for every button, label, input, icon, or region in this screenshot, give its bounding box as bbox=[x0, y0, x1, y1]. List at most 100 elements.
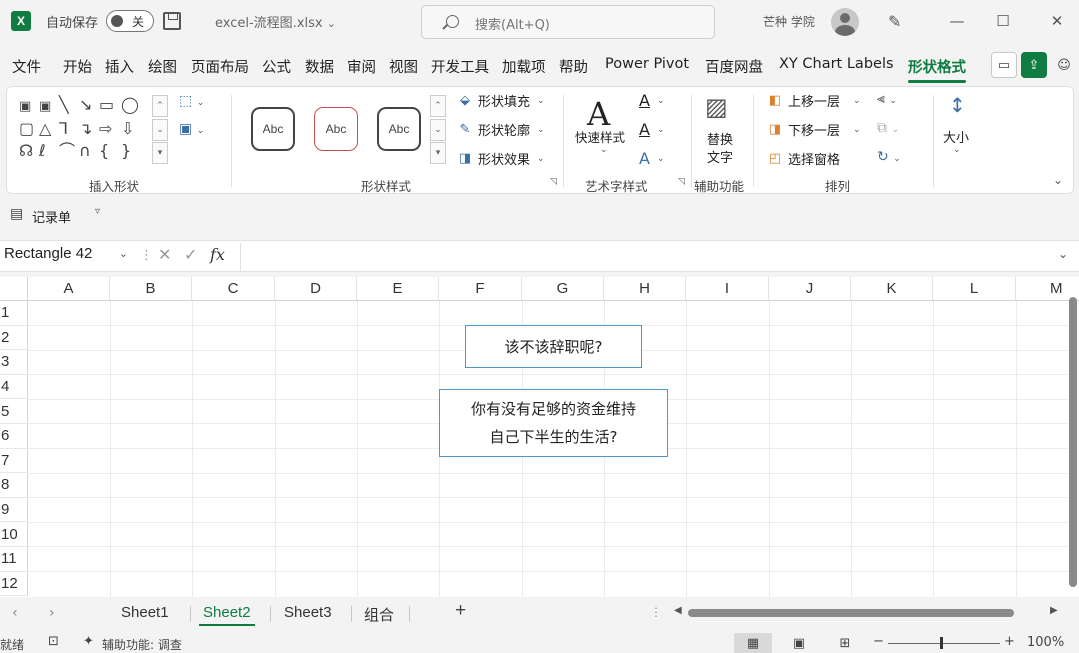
file-name[interactable]: excel-流程图.xlsx ⌄ bbox=[215, 12, 336, 31]
shapes-scroll-down-icon[interactable]: ⌄ bbox=[152, 119, 168, 141]
column-header[interactable]: J bbox=[769, 277, 851, 301]
line-icon[interactable]: ╲ bbox=[59, 97, 69, 113]
down-arrow-icon[interactable]: ⇩ bbox=[121, 121, 134, 137]
tab-splitter-icon[interactable]: ⋮ bbox=[650, 605, 662, 619]
sheet-tab-group[interactable]: 组合 bbox=[364, 604, 394, 625]
column-header[interactable]: I bbox=[686, 277, 769, 301]
shape-fill-button[interactable]: ⬙ 形状填充 ⌄ bbox=[457, 91, 545, 110]
selection-pane-button[interactable]: ◰ 选择窗格 bbox=[767, 149, 840, 168]
elbow-arrow-icon[interactable]: ↴ bbox=[79, 121, 92, 137]
name-box[interactable]: Rectangle 42 ⌄ bbox=[2, 245, 132, 269]
column-header[interactable]: D bbox=[275, 277, 357, 301]
row-header[interactable]: 8 bbox=[0, 473, 28, 498]
shape-styles-launcher-icon[interactable]: ◹ bbox=[550, 177, 557, 187]
customize-qat-icon[interactable]: ▿ bbox=[95, 206, 100, 217]
column-header[interactable]: L bbox=[933, 277, 1016, 301]
row-header[interactable]: 2 bbox=[0, 325, 28, 351]
sheet-tab-sheet3[interactable]: Sheet3 bbox=[284, 604, 332, 621]
curve-icon[interactable]: ∩ bbox=[79, 143, 91, 159]
add-sheet-button[interactable]: + bbox=[455, 600, 466, 622]
save-icon[interactable] bbox=[163, 12, 181, 30]
formula-input[interactable] bbox=[240, 243, 1076, 271]
tab-home[interactable]: 开始 bbox=[63, 56, 92, 77]
column-header[interactable]: A bbox=[28, 277, 110, 301]
shapes-more-icon[interactable]: ▾ bbox=[152, 142, 168, 164]
page-layout-view-icon[interactable]: ▣ bbox=[780, 633, 818, 653]
tab-file[interactable]: 文件 bbox=[12, 56, 41, 77]
flowchart-box-question[interactable]: 该不该辞职呢? bbox=[465, 325, 642, 368]
quick-styles-caret-icon[interactable]: ⌄ bbox=[600, 145, 608, 155]
align-icon[interactable]: ⫷ ⌄ bbox=[877, 91, 897, 107]
row-header[interactable]: 6 bbox=[0, 424, 28, 449]
zoom-in-button[interactable]: + bbox=[1004, 634, 1015, 649]
send-backward-button[interactable]: ◨ 下移一层 ⌄ bbox=[767, 120, 861, 139]
row-header[interactable]: 11 bbox=[0, 547, 28, 572]
vertical-textbox-icon[interactable]: ▣ bbox=[39, 99, 51, 115]
styles-more-icon[interactable]: ▾ bbox=[430, 142, 446, 164]
sheet-tab-sheet1[interactable]: Sheet1 bbox=[121, 604, 169, 621]
vertical-scrollbar[interactable] bbox=[1069, 297, 1077, 593]
minimize-button[interactable]: — bbox=[942, 8, 972, 34]
comments-icon[interactable]: ▭ bbox=[991, 52, 1017, 78]
zoom-out-button[interactable]: − bbox=[873, 634, 884, 649]
bring-forward-button[interactable]: ◧ 上移一层 ⌄ bbox=[767, 91, 861, 110]
tab-xy-chart-labels[interactable]: XY Chart Labels bbox=[779, 56, 894, 72]
tab-power-pivot[interactable]: Power Pivot bbox=[605, 56, 689, 72]
row-header[interactable]: 10 bbox=[0, 522, 28, 547]
avatar[interactable] bbox=[831, 8, 859, 36]
close-button[interactable]: ✕ bbox=[1042, 8, 1072, 34]
arrow-line-icon[interactable]: ↘ bbox=[79, 97, 92, 113]
column-header[interactable]: E bbox=[357, 277, 439, 301]
insert-function-button[interactable]: fx bbox=[210, 245, 225, 264]
alt-text-icon[interactable]: ▨ bbox=[705, 93, 728, 121]
rounded-rect-icon[interactable]: ▢ bbox=[19, 121, 34, 137]
flowchart-box-funds[interactable]: 你有没有足够的资金维持 自己下半生的生活? bbox=[439, 389, 668, 457]
share-icon[interactable]: ⇪ bbox=[1021, 52, 1047, 78]
styles-scroll-down-icon[interactable]: ⌄ bbox=[430, 119, 446, 141]
accessibility-status[interactable]: 辅助功能: 调查 bbox=[102, 636, 182, 653]
cancel-icon[interactable]: ✕ bbox=[158, 245, 171, 264]
left-brace-icon[interactable]: { bbox=[99, 143, 109, 159]
vertical-scroll-thumb[interactable] bbox=[1069, 297, 1077, 587]
triangle-icon[interactable]: △ bbox=[39, 121, 51, 137]
maximize-button[interactable]: ☐ bbox=[988, 8, 1018, 34]
horizontal-scroll-thumb[interactable] bbox=[688, 609, 1014, 617]
row-header[interactable]: 5 bbox=[0, 399, 28, 424]
tab-developer[interactable]: 开发工具 bbox=[431, 56, 489, 77]
row-header[interactable]: 3 bbox=[0, 350, 28, 375]
text-fill-button[interactable]: A ⌄ bbox=[639, 91, 665, 110]
wordart-launcher-icon[interactable]: ◹ bbox=[678, 177, 685, 187]
tab-review[interactable]: 审阅 bbox=[347, 56, 376, 77]
styles-scroll-up-icon[interactable]: ⌃ bbox=[430, 95, 446, 117]
freeform-icon[interactable]: ☊ bbox=[19, 143, 33, 159]
size-caret-icon[interactable]: ⌄ bbox=[953, 145, 961, 155]
right-brace-icon[interactable]: } bbox=[121, 143, 131, 159]
normal-view-icon[interactable]: ▦ bbox=[734, 633, 772, 653]
column-header[interactable]: G bbox=[522, 277, 604, 301]
row-header[interactable]: 4 bbox=[0, 374, 28, 400]
accessibility-icon[interactable]: ✦ bbox=[83, 634, 94, 649]
row-header[interactable]: 7 bbox=[0, 448, 28, 474]
form-button[interactable]: 记录单 bbox=[32, 207, 71, 226]
tab-addins[interactable]: 加载项 bbox=[502, 56, 546, 77]
next-sheet-icon[interactable]: › bbox=[49, 605, 55, 621]
row-header[interactable]: 1 bbox=[0, 301, 28, 326]
alt-text-label-1[interactable]: 替换 bbox=[707, 129, 733, 148]
right-arrow-icon[interactable]: ⇨ bbox=[99, 121, 112, 137]
scribble-icon[interactable]: ℓ bbox=[39, 143, 46, 159]
form-icon[interactable]: ▤ bbox=[10, 206, 23, 222]
name-box-caret-icon[interactable]: ⌄ bbox=[119, 247, 128, 260]
oval-icon[interactable]: ◯ bbox=[121, 97, 139, 113]
rotate-icon[interactable]: ↻ ⌄ bbox=[877, 149, 901, 165]
autosave-toggle[interactable]: 关 bbox=[106, 10, 154, 32]
designer-pen-icon[interactable]: ✎ bbox=[888, 12, 901, 31]
row-header[interactable]: 9 bbox=[0, 497, 28, 523]
column-header[interactable]: H bbox=[604, 277, 686, 301]
edit-shape-icon[interactable]: ⬚ ⌄ bbox=[179, 93, 204, 109]
column-header[interactable]: F bbox=[439, 277, 522, 301]
text-box-icon[interactable]: ▣ ⌄ bbox=[179, 121, 204, 137]
collapse-ribbon-icon[interactable]: ⌄ bbox=[1053, 173, 1063, 187]
tab-shape-format[interactable]: 形状格式 bbox=[908, 56, 966, 83]
row-header[interactable]: 12 bbox=[0, 571, 28, 597]
style-sample-dark[interactable]: Abc bbox=[377, 107, 421, 151]
